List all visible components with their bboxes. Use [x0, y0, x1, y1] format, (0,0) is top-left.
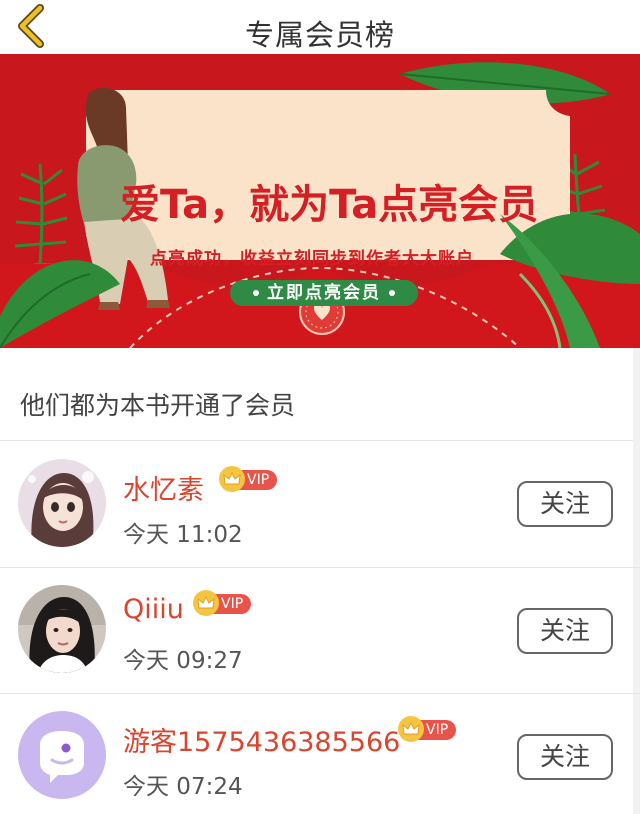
default-chat-bubble-avatar — [18, 711, 106, 799]
member-time: 今天 07:24 — [123, 774, 243, 800]
scrollbar[interactable] — [633, 348, 640, 814]
crown-icon — [219, 466, 245, 492]
follow-button[interactable]: 关注 — [517, 481, 613, 527]
avatar[interactable] — [18, 585, 106, 673]
member-name[interactable]: 游客1575436385566 — [123, 720, 400, 759]
photo-woman-avatar — [18, 585, 106, 673]
dot-icon — [253, 290, 259, 296]
member-time: 今天 11:02 — [123, 522, 243, 548]
activate-membership-button[interactable]: 立即点亮会员 — [230, 280, 418, 306]
list-item[interactable]: Qiiiu VIP 今天 09:27 关注 — [0, 568, 632, 694]
follow-button[interactable]: 关注 — [517, 608, 613, 654]
vip-badge: VIP — [398, 716, 457, 742]
crown-icon — [398, 716, 424, 742]
banner-subtitle: 点亮成功，收益立刻同步到作者大大账户 — [150, 249, 474, 269]
illustrated-girl-avatar — [18, 459, 106, 547]
follow-button[interactable]: 关注 — [517, 734, 613, 780]
dot-icon — [389, 290, 395, 296]
banner-headline: 爱Ta，就为Ta点亮会员 — [120, 182, 539, 228]
crown-icon — [193, 590, 219, 616]
member-name[interactable]: Qiiiu — [123, 594, 184, 625]
top-bar: 专属会员榜 — [0, 0, 640, 54]
list-item[interactable]: 水忆素 VIP 今天 11:02 关注 — [0, 441, 632, 567]
avatar[interactable] — [18, 711, 106, 799]
page-title: 专属会员榜 — [244, 18, 395, 52]
list-item[interactable]: 游客1575436385566 VIP 今天 07:24 关注 — [0, 694, 632, 814]
member-time: 今天 09:27 — [123, 648, 243, 674]
promo-banner[interactable]: 爱Ta，就为Ta点亮会员 点亮成功，收益立刻同步到作者大大账户 立即点亮会员 — [0, 54, 640, 348]
member-name[interactable]: 水忆素 — [123, 468, 204, 507]
vip-badge: VIP — [219, 466, 278, 492]
avatar[interactable] — [18, 459, 106, 547]
vip-badge: VIP — [193, 590, 252, 616]
activate-membership-label: 立即点亮会员 — [267, 283, 381, 303]
section-title: 他们都为本书开通了会员 — [20, 391, 296, 420]
